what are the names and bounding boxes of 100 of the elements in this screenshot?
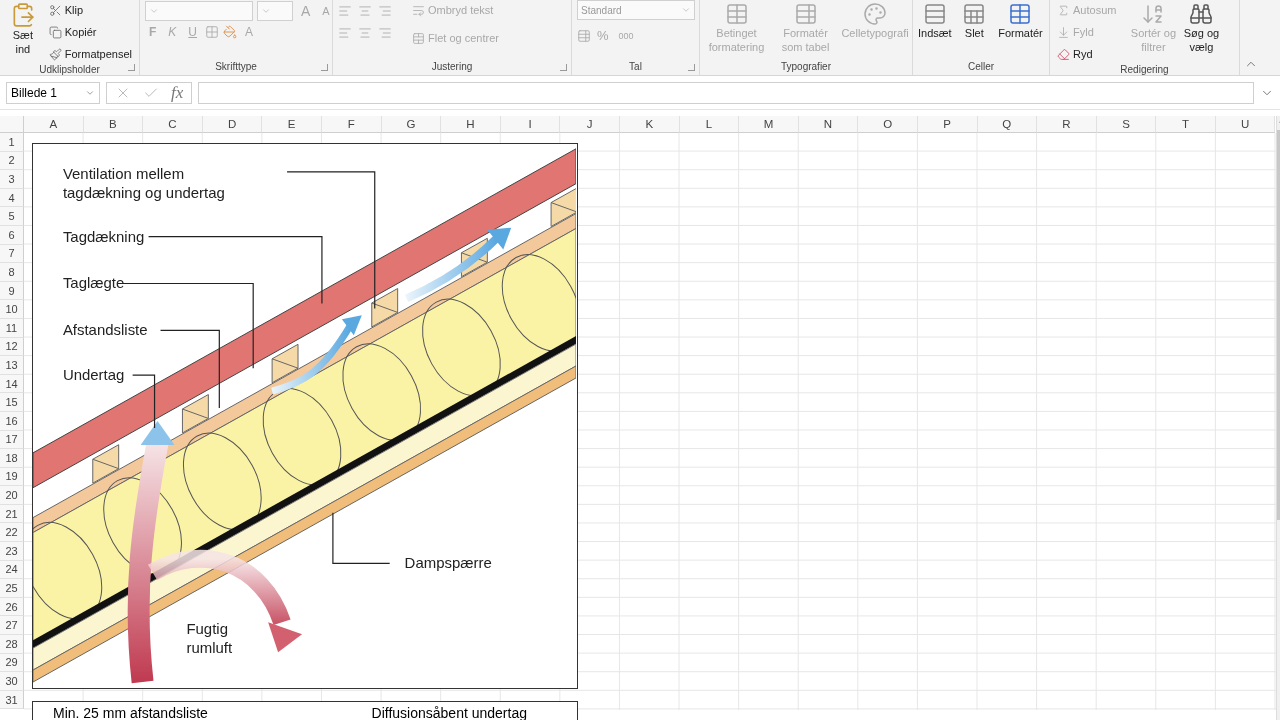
diagram-label: Taglægte: [62, 274, 125, 292]
sheet-icon: [962, 2, 987, 26]
column-header[interactable]: F: [321, 116, 382, 133]
roof-diagram-picture[interactable]: Ventilation mellem tagdækning og undertag Tagdækning Taglægte Afstandsliste Undertag Dampspærre Fugtig rumluft: [32, 143, 578, 689]
group-label: Tal: [629, 61, 642, 72]
palette-icon: [863, 2, 887, 26]
align-center-icon: [358, 26, 372, 40]
column-header[interactable]: O: [858, 116, 918, 133]
column-header[interactable]: H: [441, 116, 501, 133]
binoculars-icon: [1189, 2, 1214, 26]
column-header[interactable]: T: [1156, 116, 1216, 133]
align-left-icon: [338, 26, 352, 40]
row-header[interactable]: 15: [0, 393, 24, 412]
column-header[interactable]: C: [143, 116, 203, 133]
row-header[interactable]: 10: [0, 300, 24, 319]
caption-picture[interactable]: Min. 25 mm afstandsliste Diffusionsåbent undertag: [32, 701, 578, 720]
diagram-label: Tagdækning: [62, 227, 145, 245]
column-header[interactable]: S: [1096, 116, 1157, 133]
row-header[interactable]: 27: [0, 616, 24, 636]
align-right-icon: [378, 26, 392, 40]
align-center-icon: [358, 4, 372, 18]
caret-icon: [681, 5, 691, 15]
launcher-icon[interactable]: [321, 64, 328, 71]
row-header[interactable]: 1: [0, 133, 24, 152]
row-header[interactable]: 18: [0, 449, 24, 468]
diagram-label: Ventilation mellem tagdækning og undertag: [62, 164, 225, 201]
diagram-label: Undertag: [62, 366, 125, 384]
column-header[interactable]: P: [917, 116, 978, 133]
borders-icon: [205, 25, 220, 39]
launcher-icon[interactable]: [688, 64, 695, 71]
copy-icon: [48, 25, 62, 39]
ribbon-command[interactable]: Formatpensel: [46, 44, 134, 64]
formula-input[interactable]: [198, 81, 1254, 104]
column-header[interactable]: R: [1037, 116, 1097, 133]
wrap-text-icon: [412, 3, 425, 17]
group-label: Udklipsholder: [39, 64, 100, 75]
row-header[interactable]: 23: [0, 542, 24, 561]
leader-line: [332, 512, 391, 565]
caption-text: Min. 25 mm afstandsliste: [53, 705, 208, 720]
ribbon-command[interactable]: Ryd: [1055, 44, 1119, 64]
ribbon-command[interactable]: Slet: [957, 0, 991, 40]
ribbon-command[interactable]: Klip: [46, 0, 134, 20]
merge-icon: [412, 31, 425, 45]
column-header[interactable]: E: [262, 116, 322, 133]
font-size-field[interactable]: [257, 1, 293, 21]
align-left-icon: [338, 4, 352, 18]
column-header[interactable]: L: [679, 116, 740, 133]
caret-icon: [149, 6, 159, 16]
row-header[interactable]: 28: [0, 635, 24, 654]
caption-text: Diffusionsåbent undertag: [371, 705, 527, 720]
row-header[interactable]: 20: [0, 486, 24, 505]
ribbon-command[interactable]: Søg og vælg: [1178, 0, 1225, 54]
table-icon: [1008, 2, 1033, 26]
select-all-button[interactable]: [0, 116, 24, 133]
row-header[interactable]: 25: [0, 579, 24, 598]
ribbon-command[interactable]: Indsæt: [918, 0, 952, 40]
column-header[interactable]: K: [619, 116, 680, 133]
diagram-label: Dampspærre: [404, 554, 492, 572]
sigma-icon: [1057, 3, 1070, 17]
column-header[interactable]: D: [202, 116, 263, 133]
group-label: Redigering: [1120, 64, 1169, 75]
row-header[interactable]: 30: [0, 672, 24, 691]
group-label: Justering: [431, 61, 473, 72]
row-header[interactable]: 13: [0, 356, 24, 375]
column-header[interactable]: B: [83, 116, 144, 133]
paintbrush-icon: [48, 47, 62, 61]
table-icon: [724, 2, 749, 26]
column-header[interactable]: Q: [977, 116, 1038, 133]
launcher-icon[interactable]: [128, 64, 135, 71]
column-header[interactable]: U: [1215, 116, 1276, 133]
row-header[interactable]: 8: [0, 263, 24, 282]
row-header[interactable]: 22: [0, 523, 24, 543]
column-header[interactable]: I: [500, 116, 561, 133]
column-header[interactable]: J: [560, 116, 620, 133]
leader-line: [132, 374, 156, 429]
insert-function-button[interactable]: fx: [171, 82, 184, 103]
scissors-icon: [48, 3, 62, 17]
name-box[interactable]: Billede 1: [6, 81, 100, 104]
column-header[interactable]: N: [798, 116, 859, 133]
caret-icon: [261, 6, 271, 16]
column-header[interactable]: M: [739, 116, 799, 133]
ribbon-command[interactable]: Formatér: [996, 0, 1044, 40]
group-label: Celler: [967, 61, 995, 72]
group-label: Skrifttype: [215, 61, 257, 72]
column-header[interactable]: G: [381, 116, 442, 133]
column-header[interactable]: A: [24, 116, 84, 133]
align-right-icon: [378, 4, 392, 18]
diagram-label: Fugtig rumluft: [186, 620, 233, 657]
rows-icon: [922, 2, 947, 26]
group-label: Typografier: [781, 61, 831, 72]
paint-bucket-icon: [223, 25, 238, 39]
diagram-label: Afstandsliste: [62, 321, 148, 339]
launcher-icon[interactable]: [560, 64, 567, 71]
table-icon: [793, 2, 818, 26]
row-header[interactable]: 3: [0, 170, 24, 189]
font-name-field[interactable]: [145, 1, 253, 21]
ribbon-command[interactable]: Kopiér: [46, 22, 134, 42]
paste-button[interactable]: Sæt ind: [5, 0, 41, 56]
row-header[interactable]: 5: [0, 207, 24, 226]
fill-down-icon: [1057, 25, 1070, 39]
